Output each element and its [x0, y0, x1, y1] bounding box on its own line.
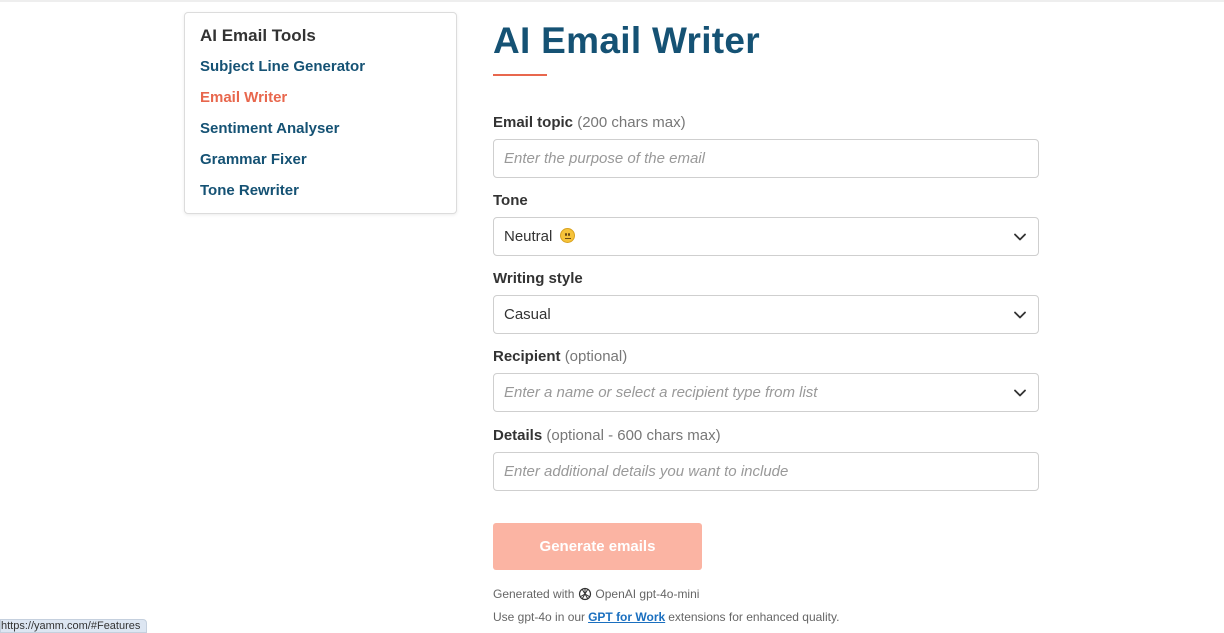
sidebar-item-subject-line-generator[interactable]: Subject Line Generator [200, 56, 441, 87]
upgrade-note: Use gpt-4o in our GPT for Work extension… [493, 610, 839, 624]
recipient-placeholder: Enter a name or select a recipient type … [504, 384, 818, 401]
chevron-down-icon [1012, 385, 1028, 401]
writing-style-label: Writing style [493, 270, 583, 287]
email-topic-label-text: Email topic [493, 114, 574, 131]
email-topic-field[interactable] [493, 139, 1039, 178]
openai-logo-icon [578, 587, 592, 601]
sidebar-item-sentiment-analyser[interactable]: Sentiment Analyser [200, 118, 441, 149]
recipient-label-text: Recipient [493, 348, 561, 365]
status-bar-url: https://yamm.com/#Features [0, 619, 148, 633]
recipient-combobox[interactable]: Enter a name or select a recipient type … [493, 373, 1039, 412]
writing-style-select[interactable]: Casual [493, 295, 1039, 334]
details-label-text: Details [493, 427, 543, 444]
upgrade-note-suffix: extensions for enhanced quality. [668, 610, 840, 624]
generate-emails-button[interactable]: Generate emails [493, 523, 702, 570]
chevron-down-icon [1012, 307, 1028, 323]
email-topic-input[interactable] [504, 140, 1028, 177]
details-field[interactable] [493, 452, 1039, 491]
tone-select-value: Neutral [504, 228, 553, 245]
tone-label: Tone [493, 192, 528, 209]
details-input[interactable] [504, 453, 1028, 490]
sidebar-title: AI Email Tools [200, 26, 316, 45]
generated-with-prefix: Generated with [493, 587, 575, 601]
upgrade-note-prefix: Use gpt-4o in our [493, 610, 586, 624]
sidebar-item-email-writer[interactable]: Email Writer [200, 87, 441, 118]
writing-style-select-value: Casual [504, 306, 551, 323]
sidebar-item-grammar-fixer[interactable]: Grammar Fixer [200, 149, 441, 180]
details-hint: (optional - 600 chars max) [546, 427, 721, 444]
email-topic-hint: (200 chars max) [577, 114, 686, 131]
recipient-label: Recipient (optional) [493, 348, 627, 365]
sidebar-item-tone-rewriter[interactable]: Tone Rewriter [200, 180, 441, 211]
page-title: AI Email Writer [493, 20, 761, 61]
sidebar: AI Email Tools Subject Line Generator Em… [184, 12, 457, 214]
email-topic-label: Email topic (200 chars max) [493, 114, 686, 131]
neutral-face-emoji-icon [559, 228, 575, 243]
details-label: Details (optional - 600 chars max) [493, 427, 721, 444]
recipient-hint: (optional) [564, 348, 628, 365]
model-name: OpenAI gpt-4o-mini [595, 587, 700, 601]
gpt-for-work-link[interactable]: GPT for Work [588, 610, 665, 624]
generated-with-note: Generated with OpenAI gpt-4o-mini [493, 587, 699, 601]
chevron-down-icon [1012, 229, 1028, 245]
top-border [0, 0, 1224, 2]
tone-select[interactable]: Neutral [493, 217, 1039, 256]
title-underline [493, 74, 547, 76]
